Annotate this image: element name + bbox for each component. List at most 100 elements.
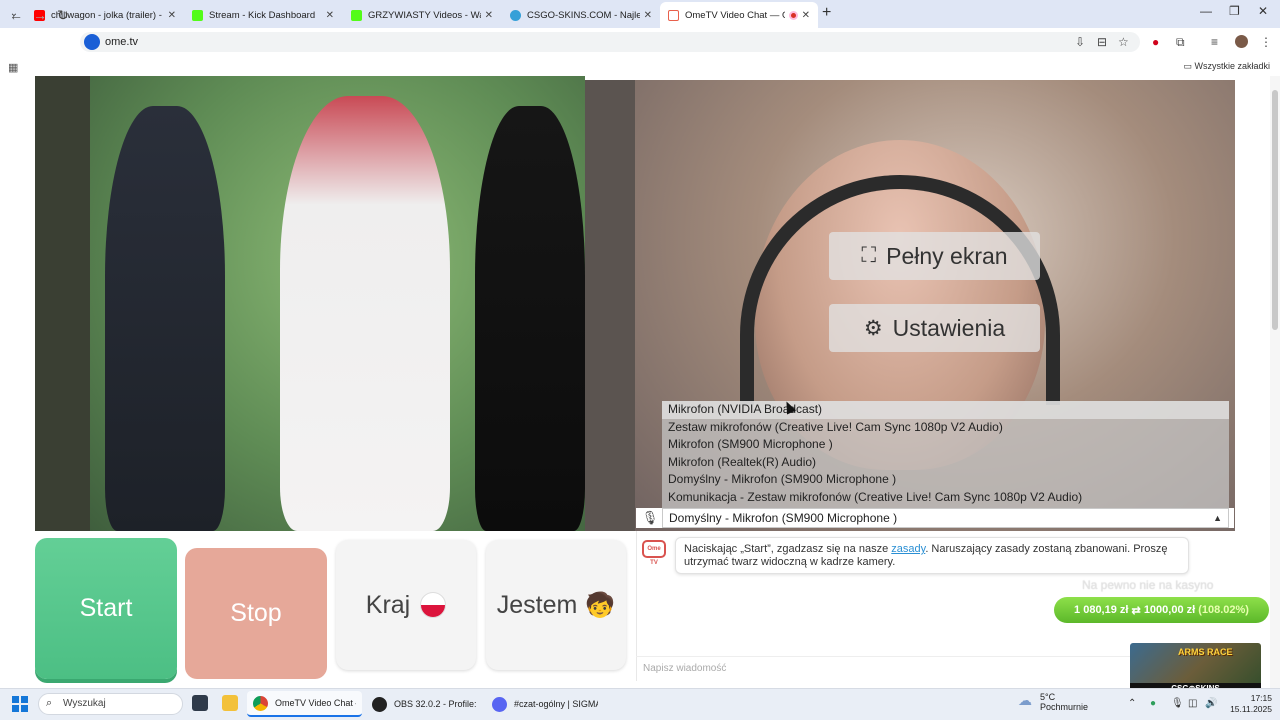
obs-icon	[372, 696, 387, 712]
media-controls-icon[interactable]: ≡	[1211, 35, 1218, 49]
extensions-icon[interactable]: ⧉	[1176, 35, 1185, 50]
tab-youtube[interactable]: chillwagon - jolka (trailer) - You ✕	[26, 2, 184, 28]
balance-from: 1 080,19 zł	[1074, 604, 1129, 616]
balance-percent: (108.02%)	[1198, 604, 1249, 616]
bookmarks-bar	[0, 58, 1280, 76]
minimize-icon[interactable]: —	[1200, 4, 1212, 18]
forward-arrow-icon[interactable]: →	[33, 7, 47, 23]
tab-title: Stream - Kick Dashboard	[209, 9, 316, 21]
microphone-options-list: Mikrofon (NVIDIA Broadcast) Zestaw mikro…	[662, 401, 1229, 508]
translate-icon[interactable]: ⊟	[1097, 35, 1107, 49]
taskbar-app-discord[interactable]: #czat-ogólny | SIGMAS	[486, 691, 604, 717]
close-tab-icon[interactable]: ✕	[326, 10, 334, 21]
microphone-option[interactable]: Domyślny - Mikrofon (SM900 Microphone )	[662, 471, 1229, 489]
all-bookmarks-button[interactable]: ▭ Wszystkie zakładki	[1183, 61, 1270, 72]
person-figure	[105, 106, 225, 531]
close-tab-icon[interactable]: ✕	[485, 10, 493, 21]
page-scrollbar[interactable]	[1270, 76, 1280, 688]
opera-extension-icon[interactable]: ●	[1152, 35, 1159, 49]
exchange-arrow-icon: ⇄	[1131, 604, 1141, 617]
system-clock[interactable]: 17:15 15.11.2025	[1230, 693, 1272, 715]
microphone-icon: 🎙	[641, 510, 659, 525]
chrome-icon	[253, 695, 268, 711]
install-app-icon[interactable]: ⇩	[1075, 35, 1085, 49]
security-icon[interactable]: ●	[1150, 698, 1156, 709]
stop-button[interactable]: Stop	[185, 548, 327, 679]
tab-kick-videos[interactable]: GRZYWIASTY Videos - Watch C ✕	[343, 2, 501, 28]
start-button[interactable]: Start	[35, 538, 177, 679]
weather-widget[interactable]: ☁ 5°C Pochmurnie	[1018, 692, 1088, 712]
partner-video	[35, 76, 585, 531]
microphone-option[interactable]: Mikrofon (Realtek(R) Audio)	[662, 454, 1229, 472]
clock-date: 15.11.2025	[1230, 704, 1272, 714]
microphone-tray-icon[interactable]: 🎙	[1171, 698, 1184, 709]
microphone-option[interactable]: Mikrofon (NVIDIA Broadcast)	[662, 401, 1229, 419]
start-label: Start	[79, 594, 133, 622]
rules-link[interactable]: zasady	[891, 543, 925, 555]
restore-icon[interactable]: ❐	[1229, 4, 1240, 18]
microphone-option[interactable]: Komunikacja - Zestaw mikrofonów (Creativ…	[662, 489, 1229, 507]
boy-avatar-icon: 🧒	[585, 591, 616, 619]
site-info-icon[interactable]	[84, 34, 100, 50]
gender-label: Jestem	[496, 590, 578, 619]
network-icon[interactable]: ◫	[1188, 698, 1197, 709]
url-text[interactable]: ome.tv	[105, 36, 138, 48]
microphone-option[interactable]: Zestaw mikrofonów (Creative Live! Cam Sy…	[662, 419, 1229, 437]
weather-desc: Pochmurnie	[1040, 702, 1089, 712]
balance-to: 1000,00 zł	[1143, 604, 1196, 616]
recording-icon	[788, 10, 798, 20]
globe-icon	[510, 9, 521, 21]
country-button[interactable]: Kraj	[336, 540, 476, 670]
close-tab-icon[interactable]: ✕	[644, 10, 652, 21]
tab-title: OmeTV Video Chat — Ome	[685, 9, 785, 21]
close-tab-icon[interactable]: ✕	[168, 10, 176, 21]
bookmark-star-icon[interactable]: ☆	[1118, 35, 1129, 49]
volume-icon[interactable]: 🔊	[1205, 698, 1217, 709]
tray-overflow-icon[interactable]: ⌃	[1128, 698, 1136, 709]
address-bar[interactable]	[80, 32, 1140, 52]
rules-notice-text: Naciskając „Start”, zgadzasz się na nasz…	[684, 543, 892, 555]
discord-icon	[492, 696, 507, 712]
clock-time: 17:15	[1250, 693, 1272, 703]
browser-menu-icon[interactable]: ⋮	[1260, 35, 1272, 49]
file-explorer-icon[interactable]	[222, 695, 238, 711]
person-figure	[280, 96, 450, 531]
close-tab-icon[interactable]: ✕	[802, 10, 810, 21]
back-arrow-icon[interactable]: ←	[9, 7, 23, 23]
taskbar-app-chrome[interactable]: OmeTV Video Chat — C	[247, 691, 362, 717]
new-tab-button[interactable]: +	[822, 4, 831, 22]
tab-title: CSGO-SKINS.COM - Najlepsze	[527, 9, 640, 21]
tab-ometv[interactable]: OmeTV Video Chat — Ome ✕	[660, 2, 818, 28]
screen: { "browser": { "tabs": [ {"title": "chil…	[0, 0, 1280, 720]
task-view-icon[interactable]	[192, 695, 208, 711]
arms-race-title: ARMS RACE	[1178, 647, 1233, 657]
chat-input-placeholder: Napisz wiadomość	[643, 663, 727, 674]
settings-button[interactable]: ⚙ Ustawienia	[829, 304, 1040, 352]
ometv-logo-icon: Ome TV	[642, 540, 666, 566]
windows-start-icon[interactable]	[12, 696, 28, 712]
tab-title: GRZYWIASTY Videos - Watch C	[368, 9, 481, 21]
reload-icon[interactable]: ↻	[57, 7, 69, 24]
scrollbar-thumb[interactable]	[1272, 90, 1278, 330]
stop-label: Stop	[230, 599, 282, 627]
ometv-icon	[668, 9, 679, 21]
fullscreen-icon: ⛶	[861, 244, 877, 267]
chat-message-input[interactable]: Napisz wiadomość	[636, 656, 1136, 680]
gender-button[interactable]: Jestem 🧒	[486, 540, 626, 670]
rules-notice: Naciskając „Start”, zgadzasz się na nasz…	[675, 537, 1189, 574]
profile-avatar[interactable]	[1235, 35, 1248, 48]
microphone-option[interactable]: Mikrofon (SM900 Microphone )	[662, 436, 1229, 454]
apps-grid-icon[interactable]: ▦	[8, 61, 18, 74]
tab-kick-dashboard[interactable]: Stream - Kick Dashboard ✕	[184, 2, 342, 28]
poland-flag-icon	[420, 592, 447, 618]
taskbar-app-label: OmeTV Video Chat — C	[275, 698, 356, 708]
taskbar-app-obs[interactable]: OBS 32.0.2 - Profile: Bez	[366, 691, 484, 717]
close-window-icon[interactable]: ✕	[1258, 4, 1268, 18]
country-label: Kraj	[365, 590, 411, 619]
taskbar-app-label: #czat-ogólny | SIGMAS	[514, 699, 598, 709]
taskbar-search[interactable]: ⌕ Wyszukaj	[38, 693, 183, 715]
chevron-up-icon: ▲	[1213, 513, 1222, 523]
fullscreen-button[interactable]: ⛶ Pełny ekran	[829, 232, 1040, 280]
microphone-select[interactable]: Domyślny - Mikrofon (SM900 Microphone ) …	[662, 508, 1229, 528]
tab-csgo-skins[interactable]: CSGO-SKINS.COM - Najlepsze ✕	[502, 2, 660, 28]
